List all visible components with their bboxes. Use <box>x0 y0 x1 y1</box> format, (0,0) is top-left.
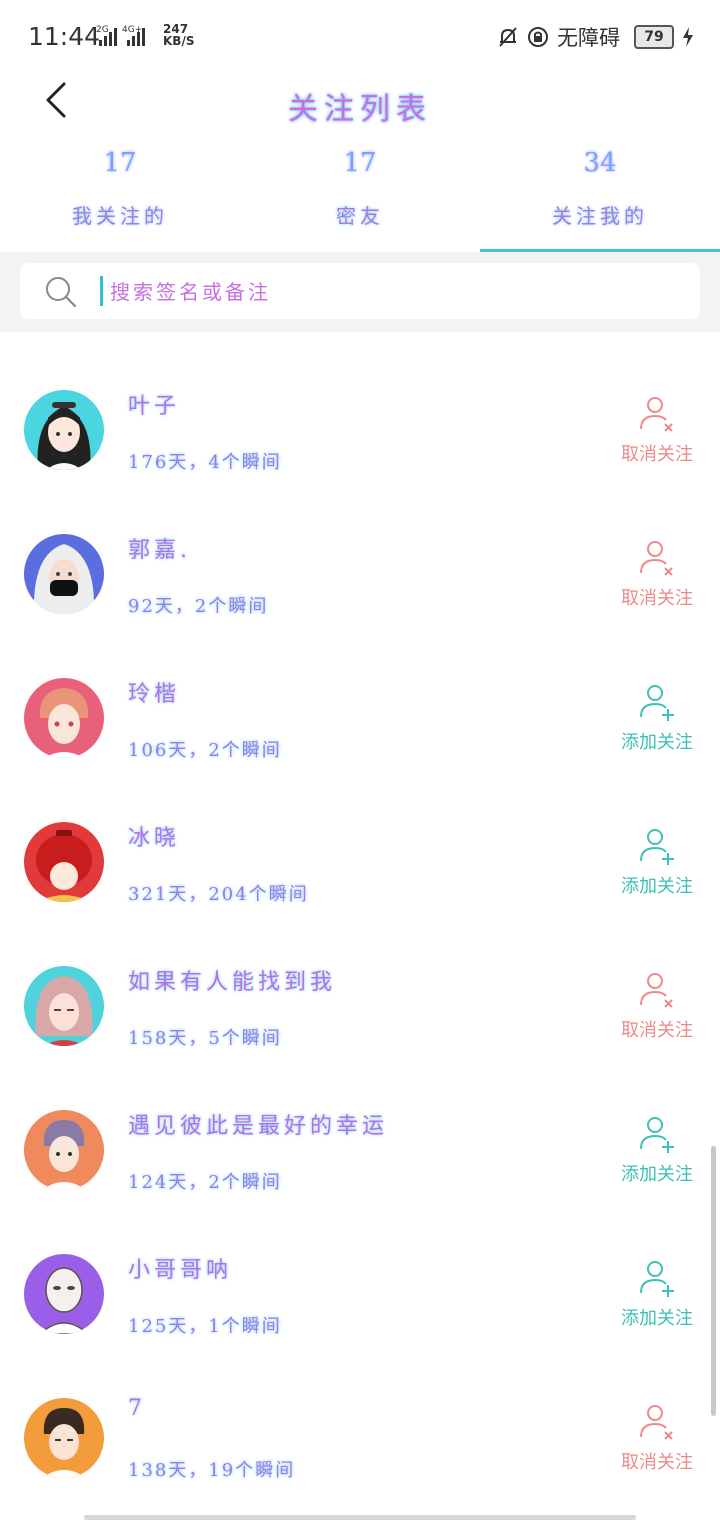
network-speed: 247 KB/S <box>163 23 194 47</box>
follow-button[interactable]: 添加关注 <box>618 826 696 898</box>
unfollow-button[interactable]: 取消关注 <box>618 1402 696 1474</box>
user-meta: 92天，2个瞬间 <box>128 596 269 617</box>
avatar[interactable] <box>24 678 104 758</box>
search-icon <box>46 277 77 308</box>
user-remove-icon <box>640 397 673 432</box>
avatar-image <box>24 678 104 758</box>
text-cursor <box>100 276 103 306</box>
user-remove-icon <box>640 1405 673 1440</box>
tab-followers-label: 关注我的 <box>552 204 648 228</box>
network-speed-unit: KB/S <box>163 34 195 48</box>
unfollow-button[interactable]: 取消关注 <box>618 538 696 610</box>
avatar-image <box>24 1254 104 1334</box>
avatar-image <box>24 822 104 902</box>
user-add-icon <box>640 1117 674 1153</box>
tab-close-friends-count: 17 <box>343 148 377 178</box>
user-name: 叶子 <box>128 394 181 419</box>
user-meta: 106天，2个瞬间 <box>128 740 282 761</box>
unfollow-button[interactable]: 取消关注 <box>618 970 696 1042</box>
list-item[interactable]: 如果有人能找到我 158天，5个瞬间 取消关注 <box>0 932 720 1076</box>
user-name: 冰晓 <box>128 826 181 851</box>
action-label: 取消关注 <box>621 1452 693 1473</box>
search-area <box>0 252 720 332</box>
action-label: 取消关注 <box>621 1020 693 1041</box>
action-label: 取消关注 <box>621 588 693 609</box>
avatar[interactable] <box>24 822 104 902</box>
avatar-image <box>24 1398 104 1478</box>
search-box[interactable] <box>20 263 700 319</box>
user-name: 玲楷 <box>128 682 181 707</box>
action-label: 取消关注 <box>621 444 693 465</box>
follow-button[interactable]: 添加关注 <box>618 1114 696 1186</box>
mute-bell-icon <box>499 27 517 47</box>
rotation-lock-icon <box>528 27 548 47</box>
tab-close-friends[interactable]: 17 密友 <box>240 140 480 252</box>
list-item[interactable]: 冰晓 321天，204个瞬间 添加关注 <box>0 788 720 932</box>
list-item[interactable]: 郭嘉. 92天，2个瞬间 取消关注 <box>0 500 720 644</box>
title-bar: 关注列表 <box>0 72 720 132</box>
follow-button[interactable]: 添加关注 <box>618 1258 696 1330</box>
user-meta: 124天，2个瞬间 <box>128 1172 282 1193</box>
scrollbar[interactable] <box>711 1146 716 1416</box>
user-meta: 125天，1个瞬间 <box>128 1316 282 1337</box>
action-label: 添加关注 <box>621 732 693 753</box>
bottom-edge <box>84 1515 636 1520</box>
tab-bar: 17 我关注的 17 密友 34 关注我的 <box>0 140 720 254</box>
avatar[interactable] <box>24 1398 104 1478</box>
signal-icon: 2G 4G+ <box>96 25 145 46</box>
svg-text:2G: 2G <box>96 25 109 35</box>
user-meta: 138天，19个瞬间 <box>128 1460 296 1481</box>
list-item[interactable]: 小哥哥呐 125天，1个瞬间 添加关注 <box>0 1220 720 1364</box>
user-meta: 158天，5个瞬间 <box>128 1028 282 1049</box>
user-remove-icon <box>640 541 673 576</box>
avatar[interactable] <box>24 390 104 470</box>
user-name: 如果有人能找到我 <box>128 970 337 995</box>
avatar-image <box>24 966 104 1046</box>
tab-following-count: 17 <box>103 148 137 178</box>
user-add-icon <box>640 685 674 721</box>
tab-followers[interactable]: 34 关注我的 <box>480 140 720 254</box>
list-item[interactable]: 遇见彼此是最好的幸运 124天，2个瞬间 添加关注 <box>0 1076 720 1220</box>
user-remove-icon <box>640 973 673 1008</box>
user-name: 小哥哥呐 <box>128 1258 233 1283</box>
avatar-image <box>24 390 104 470</box>
list-item[interactable]: 玲楷 106天，2个瞬间 添加关注 <box>0 644 720 788</box>
avatar[interactable] <box>24 534 104 614</box>
list-item[interactable]: 7 138天，19个瞬间 取消关注 <box>0 1364 720 1508</box>
follow-button[interactable]: 添加关注 <box>618 682 696 754</box>
avatar[interactable] <box>24 966 104 1046</box>
action-label: 添加关注 <box>621 1164 693 1185</box>
tab-close-friends-label: 密友 <box>336 204 384 228</box>
user-name: 遇见彼此是最好的幸运 <box>128 1114 389 1139</box>
action-label: 添加关注 <box>621 1308 693 1329</box>
battery-indicator: 79 <box>634 25 674 49</box>
search-input[interactable] <box>108 273 672 311</box>
tab-following-label: 我关注的 <box>72 204 168 228</box>
page-title: 关注列表 <box>288 92 432 127</box>
list-item[interactable]: 叶子 176天，4个瞬间 取消关注 <box>0 356 720 500</box>
tab-followers-count: 34 <box>583 148 617 178</box>
action-label: 添加关注 <box>621 876 693 897</box>
user-meta: 176天，4个瞬间 <box>128 452 282 473</box>
charging-icon <box>683 27 693 47</box>
user-list: 叶子 176天，4个瞬间 取消关注 郭嘉. 92天，2个瞬间 取消关注 玲楷 1… <box>0 356 720 1508</box>
avatar[interactable] <box>24 1110 104 1190</box>
user-add-icon <box>640 1261 674 1297</box>
avatar-image <box>24 534 104 614</box>
status-bar: 11:44 2G 4G+ 247 KB/S 无障碍 79 <box>0 0 720 72</box>
avatar[interactable] <box>24 1254 104 1334</box>
user-add-icon <box>640 829 674 865</box>
user-meta: 321天，204个瞬间 <box>128 884 309 905</box>
user-name: 郭嘉. <box>128 538 191 563</box>
tab-following[interactable]: 17 我关注的 <box>0 140 240 252</box>
status-time: 11:44 <box>28 22 101 51</box>
unfollow-button[interactable]: 取消关注 <box>618 394 696 466</box>
status-right: 无障碍 79 <box>497 22 694 52</box>
user-name: 7 <box>128 1396 146 1421</box>
avatar-image <box>24 1110 104 1190</box>
accessibility-text: 无障碍 <box>557 26 620 50</box>
